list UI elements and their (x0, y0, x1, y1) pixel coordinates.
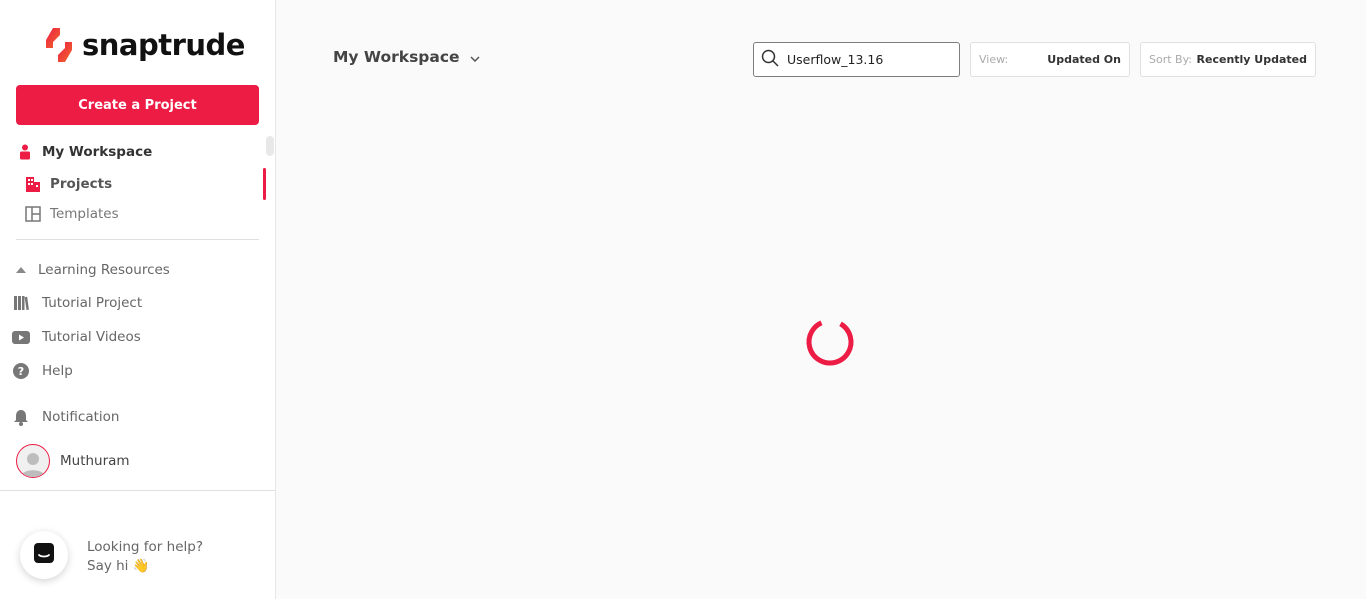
learning-resources-header[interactable]: Learning Resources (14, 261, 170, 279)
view-label: View: (979, 53, 1009, 66)
snaptrude-logo-icon (46, 28, 72, 62)
sidebar-item-notification[interactable]: Notification (12, 408, 119, 426)
search-icon (761, 49, 779, 71)
chat-icon (33, 542, 55, 568)
brand-name: snaptrude (82, 28, 245, 62)
sidebar-item-label: Notification (42, 409, 120, 425)
sidebar-item-templates[interactable]: Templates (24, 205, 119, 223)
logo[interactable]: snaptrude (44, 26, 245, 64)
user-profile[interactable]: Muthuram (16, 444, 130, 478)
template-icon (24, 205, 42, 223)
search-input[interactable] (787, 52, 947, 67)
user-name: Muthuram (60, 453, 130, 469)
my-workspace-header[interactable]: My Workspace (16, 143, 152, 161)
sidebar-item-help[interactable]: ? Help (12, 362, 73, 380)
chevron-down-icon (470, 48, 480, 66)
sort-label: Sort By: (1149, 53, 1193, 66)
view-value: Updated On (1047, 53, 1121, 66)
page-title: My Workspace (333, 48, 460, 66)
sidebar-item-label: Tutorial Videos (42, 329, 141, 345)
sort-value: Recently Updated (1196, 53, 1307, 66)
my-workspace-label: My Workspace (42, 144, 153, 160)
create-project-button[interactable]: Create a Project (16, 85, 259, 125)
youtube-icon (12, 328, 30, 346)
divider (16, 239, 259, 240)
caret-up-icon (14, 261, 28, 279)
sidebar-item-tutorial-videos[interactable]: Tutorial Videos (12, 328, 141, 346)
building-icon (24, 175, 42, 193)
sidebar-item-label: Projects (50, 176, 113, 192)
books-icon (12, 294, 30, 312)
view-dropdown[interactable]: View: Updated On (970, 42, 1130, 77)
sort-dropdown[interactable]: Sort By: Recently Updated (1140, 42, 1316, 77)
learning-resources-label: Learning Resources (38, 262, 170, 278)
chat-launcher-button[interactable] (20, 531, 68, 579)
avatar (16, 444, 50, 478)
loading-spinner-icon (806, 318, 854, 366)
sidebar-item-label: Templates (50, 206, 119, 222)
sidebar-item-label: Help (42, 363, 73, 379)
sidebar-item-projects[interactable]: Projects (24, 175, 112, 193)
chat-prompt-line1: Looking for help? (87, 539, 203, 555)
workspace-selector[interactable]: My Workspace (333, 48, 480, 66)
svg-text:?: ? (18, 365, 24, 378)
active-indicator (263, 168, 266, 200)
bell-icon (12, 408, 30, 426)
divider (0, 490, 276, 491)
chat-prompt[interactable]: Looking for help? Say hi 👋 (87, 538, 203, 576)
help-icon: ? (12, 362, 30, 380)
sidebar-item-label: Tutorial Project (42, 295, 143, 311)
person-icon (16, 143, 34, 161)
sidebar: snaptrude Create a Project My Workspace … (0, 0, 276, 599)
chat-prompt-line2: Say hi 👋 (87, 558, 150, 574)
sidebar-scrollbar[interactable] (266, 136, 274, 156)
search-box[interactable] (753, 42, 960, 77)
sidebar-item-tutorial-project[interactable]: Tutorial Project (12, 294, 142, 312)
